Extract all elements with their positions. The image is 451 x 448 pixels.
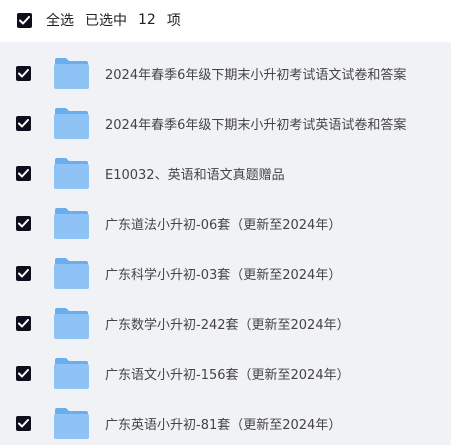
file-row[interactable]: 广东科学小升初-03套（更新至2024年） xyxy=(0,248,451,298)
select-all-label[interactable]: 全选 xyxy=(46,10,74,30)
file-name[interactable]: 广东科学小升初-03套（更新至2024年） xyxy=(105,264,341,283)
folder-icon xyxy=(53,257,89,289)
checkmark-icon xyxy=(18,418,29,427)
file-name[interactable]: 广东数学小升初-242套（更新至2024年） xyxy=(105,314,350,333)
checkmark-icon xyxy=(18,68,29,77)
select-all-checkbox[interactable] xyxy=(17,12,32,28)
file-row[interactable]: 广东语文小升初-156套（更新至2024年） xyxy=(0,348,451,398)
checkmark-icon xyxy=(18,318,29,327)
row-checkbox[interactable] xyxy=(16,265,31,281)
file-name[interactable]: 2024年春季6年级下期末小升初考试英语试卷和答案 xyxy=(105,114,406,133)
row-checkbox[interactable] xyxy=(16,165,31,181)
folder-icon xyxy=(53,407,89,439)
row-checkbox[interactable] xyxy=(16,115,31,131)
folder-icon xyxy=(53,157,89,189)
file-name[interactable]: 广东语文小升初-156套（更新至2024年） xyxy=(105,364,350,383)
row-checkbox[interactable] xyxy=(16,415,31,431)
folder-icon xyxy=(53,307,89,339)
checkmark-icon xyxy=(18,268,29,277)
folder-icon xyxy=(53,207,89,239)
row-checkbox[interactable] xyxy=(16,65,31,81)
row-checkbox[interactable] xyxy=(16,215,31,231)
checkmark-icon xyxy=(18,118,29,127)
file-name[interactable]: E10032、英语和语文真题赠品 xyxy=(105,164,285,183)
file-name[interactable]: 广东英语小升初-81套（更新至2024年） xyxy=(105,414,341,433)
folder-icon xyxy=(53,107,89,139)
file-row[interactable]: 广东数学小升初-242套（更新至2024年） xyxy=(0,298,451,348)
file-list: 2024年春季6年级下期末小升初考试语文试卷和答案 2024年春季6年级下期末小… xyxy=(0,42,451,445)
checkmark-icon xyxy=(18,368,29,377)
selected-label: 已选中 xyxy=(85,13,127,29)
file-row[interactable]: 2024年春季6年级下期末小升初考试英语试卷和答案 xyxy=(0,98,451,148)
file-row[interactable]: 2024年春季6年级下期末小升初考试语文试卷和答案 xyxy=(0,48,451,98)
checkmark-icon xyxy=(18,168,29,177)
file-row[interactable]: 广东道法小升初-06套（更新至2024年） xyxy=(0,198,451,248)
row-checkbox[interactable] xyxy=(16,315,31,331)
checkmark-icon xyxy=(19,15,30,24)
folder-icon xyxy=(53,57,89,89)
folder-icon xyxy=(53,357,89,389)
file-row[interactable]: E10032、英语和语文真题赠品 xyxy=(0,148,451,198)
checkmark-icon xyxy=(18,218,29,227)
file-name[interactable]: 广东道法小升初-06套（更新至2024年） xyxy=(105,214,341,233)
selection-header: 全选 已选中 12 项 xyxy=(0,0,451,40)
row-checkbox[interactable] xyxy=(16,365,31,381)
selected-count: 12 xyxy=(138,12,156,28)
file-row[interactable]: 广东英语小升初-81套（更新至2024年） xyxy=(0,398,451,448)
file-name[interactable]: 2024年春季6年级下期末小升初考试语文试卷和答案 xyxy=(105,64,406,83)
count-unit: 项 xyxy=(166,13,181,29)
